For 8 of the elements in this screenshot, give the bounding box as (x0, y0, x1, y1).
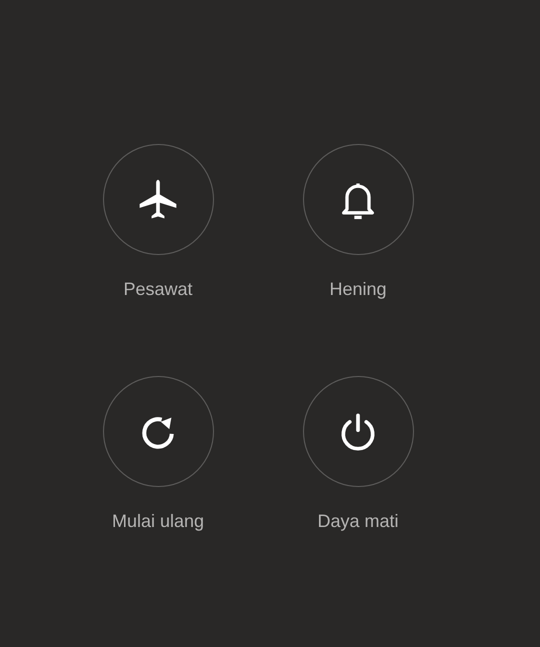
option-label: Daya mati (317, 510, 399, 532)
round-button[interactable] (302, 376, 414, 487)
option-label: Hening (329, 278, 387, 300)
round-button[interactable] (102, 376, 214, 487)
round-button[interactable] (302, 144, 414, 255)
option-label: Pesawat (123, 278, 193, 300)
option-label: Mulai ulang (112, 510, 204, 532)
round-button[interactable] (102, 144, 214, 255)
